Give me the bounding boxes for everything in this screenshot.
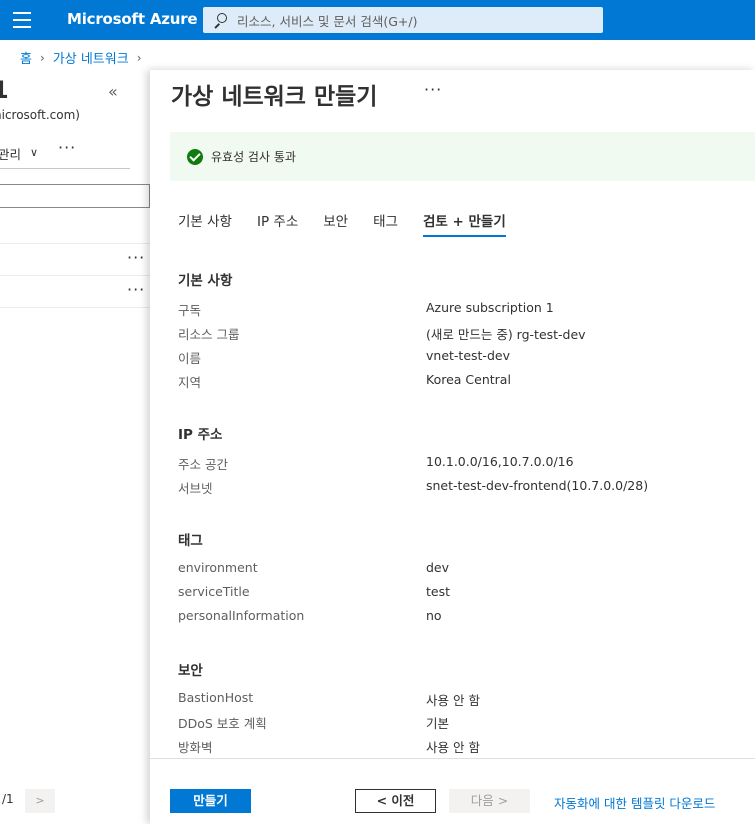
left-blade: 1 « nicrosoft.com) 관리 ∨ ··· ··· ··· [0, 70, 150, 824]
pagination-label: /1 [2, 792, 14, 806]
field-label: 이름 [178, 351, 202, 366]
chevron-down-icon[interactable]: ∨ [30, 146, 38, 159]
field-label: personalInformation [178, 608, 305, 623]
breadcrumb: 홈 › 가상 네트워크 › [20, 48, 150, 68]
list-item[interactable]: ··· [0, 276, 150, 308]
field-value: 사용 안 함 [426, 740, 480, 755]
section-title-tags: 태그 [178, 533, 203, 549]
field-label: 구독 [178, 303, 202, 318]
portal-brand[interactable]: Microsoft Azure [67, 10, 198, 28]
section-title-ip: IP 주소 [178, 427, 223, 443]
collapse-icon[interactable]: « [108, 82, 118, 101]
left-blade-title: 1 [0, 76, 9, 104]
tab-tags[interactable]: 태그 [373, 210, 398, 236]
tab-security[interactable]: 보안 [323, 210, 348, 236]
field-value: dev [426, 560, 450, 575]
field-value: test [426, 584, 451, 599]
top-navigation-bar: Microsoft Azure 리소스, 서비스 및 문서 검색(G+/) [0, 0, 755, 40]
field-value: Korea Central [426, 372, 511, 387]
tab-ip-addresses[interactable]: IP 주소 [257, 210, 298, 236]
wizard-tabs: 기본 사항 IP 주소 보안 태그 검토 + 만들기 [178, 210, 531, 237]
list-item[interactable]: ··· [0, 244, 150, 276]
hamburger-menu-icon[interactable] [13, 12, 31, 28]
page-title: 가상 네트워크 만들기 [171, 84, 378, 110]
field-label: 서브넷 [178, 481, 213, 496]
tab-basics[interactable]: 기본 사항 [178, 210, 232, 236]
next-button: 다음 > [449, 789, 530, 813]
more-options-icon[interactable]: ··· [424, 80, 442, 99]
filter-input[interactable] [0, 184, 150, 208]
more-options-icon[interactable]: ··· [58, 138, 76, 157]
field-label: 방화벽 [178, 740, 213, 755]
divider [0, 168, 130, 169]
field-value: vnet-test-dev [426, 348, 510, 363]
more-options-icon[interactable]: ··· [127, 280, 145, 299]
field-label: 리소스 그룹 [178, 327, 240, 342]
field-value: snet-test-dev-frontend(10.7.0.0/28) [426, 478, 649, 493]
section-title-basics: 기본 사항 [178, 273, 233, 289]
field-value: 기본 [426, 716, 450, 731]
manage-button[interactable]: 관리 [0, 144, 21, 163]
validation-banner: 유효성 검사 통과 [170, 132, 755, 181]
field-label: BastionHost [178, 690, 254, 705]
section-title-security: 보안 [178, 663, 203, 679]
search-icon [213, 13, 227, 27]
chevron-right-icon: › [136, 50, 142, 65]
field-value: 사용 안 함 [426, 693, 480, 708]
field-value: no [426, 608, 442, 623]
next-page-button[interactable]: > [25, 789, 55, 813]
field-label: 주소 공간 [178, 457, 228, 472]
tab-review-create[interactable]: 검토 + 만들기 [422, 210, 506, 237]
previous-button[interactable]: < 이전 [355, 789, 436, 813]
field-value: 10.1.0.0/16,10.7.0.0/16 [426, 454, 574, 469]
field-value: Azure subscription 1 [426, 300, 554, 315]
field-label: DDoS 보호 계획 [178, 716, 267, 731]
create-button[interactable]: 만들기 [170, 789, 251, 813]
breadcrumb-home[interactable]: 홈 [20, 48, 32, 67]
download-template-link[interactable]: 자동화에 대한 템플릿 다운로드 [554, 793, 715, 812]
field-label: 지역 [178, 375, 202, 390]
breadcrumb-virtual-networks[interactable]: 가상 네트워크 [53, 48, 129, 67]
wizard-footer: 만들기 < 이전 다음 > 자동화에 대한 템플릿 다운로드 [150, 758, 755, 824]
field-value: (새로 만드는 중) rg-test-dev [426, 327, 586, 342]
validation-message: 유효성 검사 통과 [211, 150, 296, 164]
create-vnet-blade: 가상 네트워크 만들기 ··· 유효성 검사 통과 기본 사항 IP 주소 보안… [150, 70, 755, 824]
global-search-input[interactable]: 리소스, 서비스 및 문서 검색(G+/) [203, 7, 603, 33]
field-label: serviceTitle [178, 584, 250, 599]
checkmark-icon [187, 148, 203, 165]
field-label: environment [178, 560, 258, 575]
chevron-right-icon: › [39, 50, 45, 65]
left-blade-subtitle: nicrosoft.com) [0, 108, 80, 122]
search-placeholder: 리소스, 서비스 및 문서 검색(G+/) [237, 13, 418, 29]
more-options-icon[interactable]: ··· [127, 248, 145, 267]
